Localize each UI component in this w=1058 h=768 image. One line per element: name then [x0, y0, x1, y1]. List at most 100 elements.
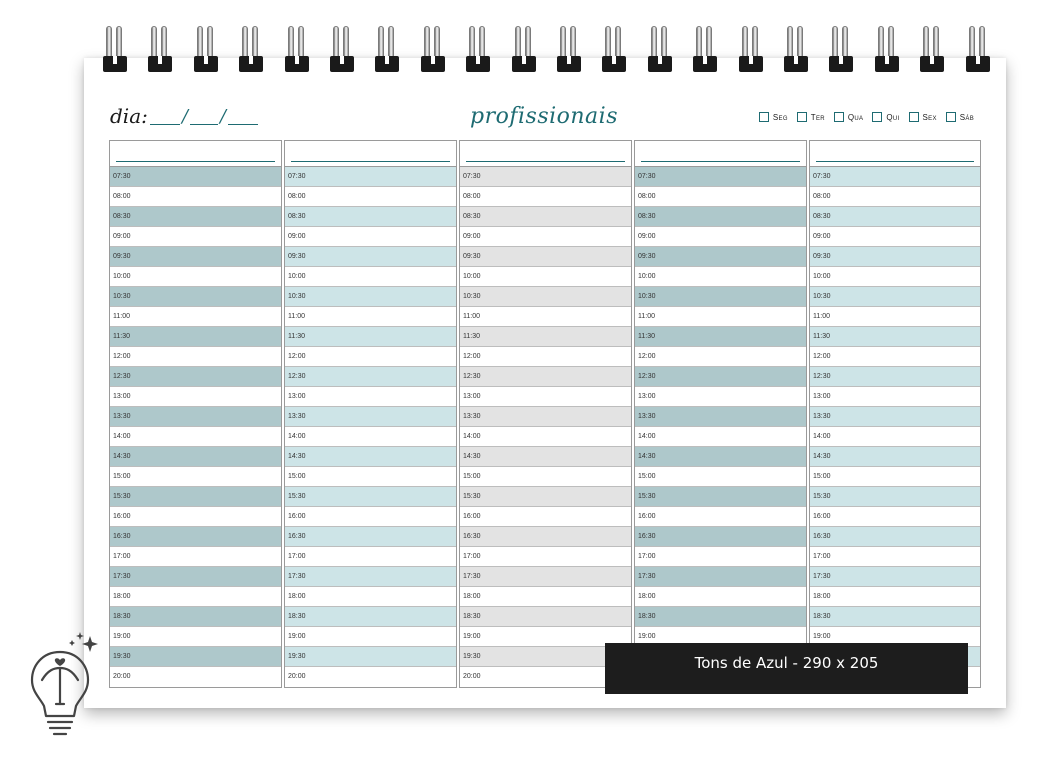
time-slot[interactable]: 19:30 [285, 647, 456, 667]
time-slot[interactable]: 09:30 [110, 247, 281, 267]
time-slot[interactable]: 15:30 [285, 487, 456, 507]
time-slot[interactable]: 18:00 [110, 587, 281, 607]
time-slot[interactable]: 20:00 [110, 667, 281, 687]
time-slot[interactable]: 07:30 [810, 167, 980, 187]
time-slot[interactable]: 19:30 [110, 647, 281, 667]
time-slot[interactable]: 16:00 [110, 507, 281, 527]
checkbox[interactable] [908, 112, 919, 122]
time-slot[interactable]: 10:30 [110, 287, 281, 307]
time-slot[interactable]: 11:30 [285, 327, 456, 347]
time-slot[interactable]: 18:30 [460, 607, 631, 627]
time-slot[interactable]: 12:00 [635, 347, 806, 367]
time-slot[interactable]: 11:00 [635, 307, 806, 327]
time-slot[interactable]: 09:00 [635, 227, 806, 247]
weekday-sex[interactable]: Sex [908, 112, 937, 122]
time-slot[interactable]: 07:30 [285, 167, 456, 187]
time-slot[interactable]: 14:30 [460, 447, 631, 467]
time-slot[interactable]: 09:30 [810, 247, 980, 267]
time-slot[interactable]: 17:30 [110, 567, 281, 587]
time-slot[interactable]: 14:00 [460, 427, 631, 447]
checkbox[interactable] [945, 112, 956, 122]
time-slot[interactable]: 09:30 [635, 247, 806, 267]
time-slot[interactable]: 17:00 [110, 547, 281, 567]
time-slot[interactable]: 08:00 [110, 187, 281, 207]
time-slot[interactable]: 15:00 [635, 467, 806, 487]
time-slot[interactable]: 08:30 [460, 207, 631, 227]
time-slot[interactable]: 15:00 [285, 467, 456, 487]
time-slot[interactable]: 17:00 [460, 547, 631, 567]
time-slot[interactable]: 16:30 [285, 527, 456, 547]
time-slot[interactable]: 17:30 [810, 567, 980, 587]
time-slot[interactable]: 11:30 [110, 327, 281, 347]
time-slot[interactable]: 11:00 [110, 307, 281, 327]
time-slot[interactable]: 10:30 [285, 287, 456, 307]
time-slot[interactable]: 15:30 [110, 487, 281, 507]
weekday-seg[interactable]: Seg [758, 112, 788, 122]
time-slot[interactable]: 11:00 [285, 307, 456, 327]
time-slot[interactable]: 12:00 [810, 347, 980, 367]
weekday-sab[interactable]: Sáb [945, 112, 974, 122]
checkbox[interactable] [872, 112, 883, 122]
time-slot[interactable]: 08:00 [460, 187, 631, 207]
time-slot[interactable]: 12:30 [285, 367, 456, 387]
time-slot[interactable]: 15:30 [810, 487, 980, 507]
column-name-field[interactable] [635, 141, 806, 167]
time-slot[interactable]: 08:30 [635, 207, 806, 227]
time-slot[interactable]: 12:30 [460, 367, 631, 387]
time-slot[interactable]: 18:30 [810, 607, 980, 627]
time-slot[interactable]: 16:00 [810, 507, 980, 527]
time-slot[interactable]: 13:00 [460, 387, 631, 407]
column-name-field[interactable] [460, 141, 631, 167]
time-slot[interactable]: 07:30 [635, 167, 806, 187]
time-slot[interactable]: 14:00 [110, 427, 281, 447]
time-slot[interactable]: 10:00 [285, 267, 456, 287]
time-slot[interactable]: 16:00 [460, 507, 631, 527]
time-slot[interactable]: 14:30 [110, 447, 281, 467]
checkbox[interactable] [833, 112, 844, 122]
time-slot[interactable]: 13:00 [285, 387, 456, 407]
time-slot[interactable]: 13:30 [460, 407, 631, 427]
time-slot[interactable]: 12:30 [110, 367, 281, 387]
time-slot[interactable]: 17:30 [285, 567, 456, 587]
time-slot[interactable]: 11:30 [460, 327, 631, 347]
time-slot[interactable]: 10:30 [635, 287, 806, 307]
time-slot[interactable]: 20:00 [285, 667, 456, 687]
time-slot[interactable]: 14:30 [635, 447, 806, 467]
time-slot[interactable]: 18:00 [285, 587, 456, 607]
time-slot[interactable]: 13:30 [635, 407, 806, 427]
weekday-ter[interactable]: Ter [796, 112, 825, 122]
time-slot[interactable]: 18:00 [635, 587, 806, 607]
time-slot[interactable]: 07:30 [110, 167, 281, 187]
time-slot[interactable]: 10:00 [460, 267, 631, 287]
time-slot[interactable]: 14:30 [810, 447, 980, 467]
time-slot[interactable]: 12:00 [460, 347, 631, 367]
time-slot[interactable]: 16:30 [110, 527, 281, 547]
time-slot[interactable]: 10:00 [110, 267, 281, 287]
time-slot[interactable]: 14:00 [285, 427, 456, 447]
time-slot[interactable]: 12:00 [110, 347, 281, 367]
time-slot[interactable]: 13:30 [810, 407, 980, 427]
time-slot[interactable]: 09:00 [810, 227, 980, 247]
time-slot[interactable]: 12:30 [810, 367, 980, 387]
time-slot[interactable]: 10:00 [635, 267, 806, 287]
time-slot[interactable]: 17:00 [635, 547, 806, 567]
time-slot[interactable]: 11:30 [635, 327, 806, 347]
time-slot[interactable]: 12:30 [635, 367, 806, 387]
time-slot[interactable]: 15:00 [460, 467, 631, 487]
column-name-field[interactable] [285, 141, 456, 167]
time-slot[interactable]: 13:00 [810, 387, 980, 407]
time-slot[interactable]: 09:30 [285, 247, 456, 267]
time-slot[interactable]: 13:00 [110, 387, 281, 407]
time-slot[interactable]: 18:00 [810, 587, 980, 607]
time-slot[interactable]: 13:00 [635, 387, 806, 407]
time-slot[interactable]: 08:00 [810, 187, 980, 207]
time-slot[interactable]: 16:00 [635, 507, 806, 527]
time-slot[interactable]: 17:00 [285, 547, 456, 567]
time-slot[interactable]: 11:00 [460, 307, 631, 327]
time-slot[interactable]: 17:00 [810, 547, 980, 567]
time-slot[interactable]: 18:30 [110, 607, 281, 627]
time-slot[interactable]: 18:30 [635, 607, 806, 627]
time-slot[interactable]: 14:00 [635, 427, 806, 447]
time-slot[interactable]: 19:00 [110, 627, 281, 647]
weekday-qui[interactable]: Qui [872, 112, 899, 122]
